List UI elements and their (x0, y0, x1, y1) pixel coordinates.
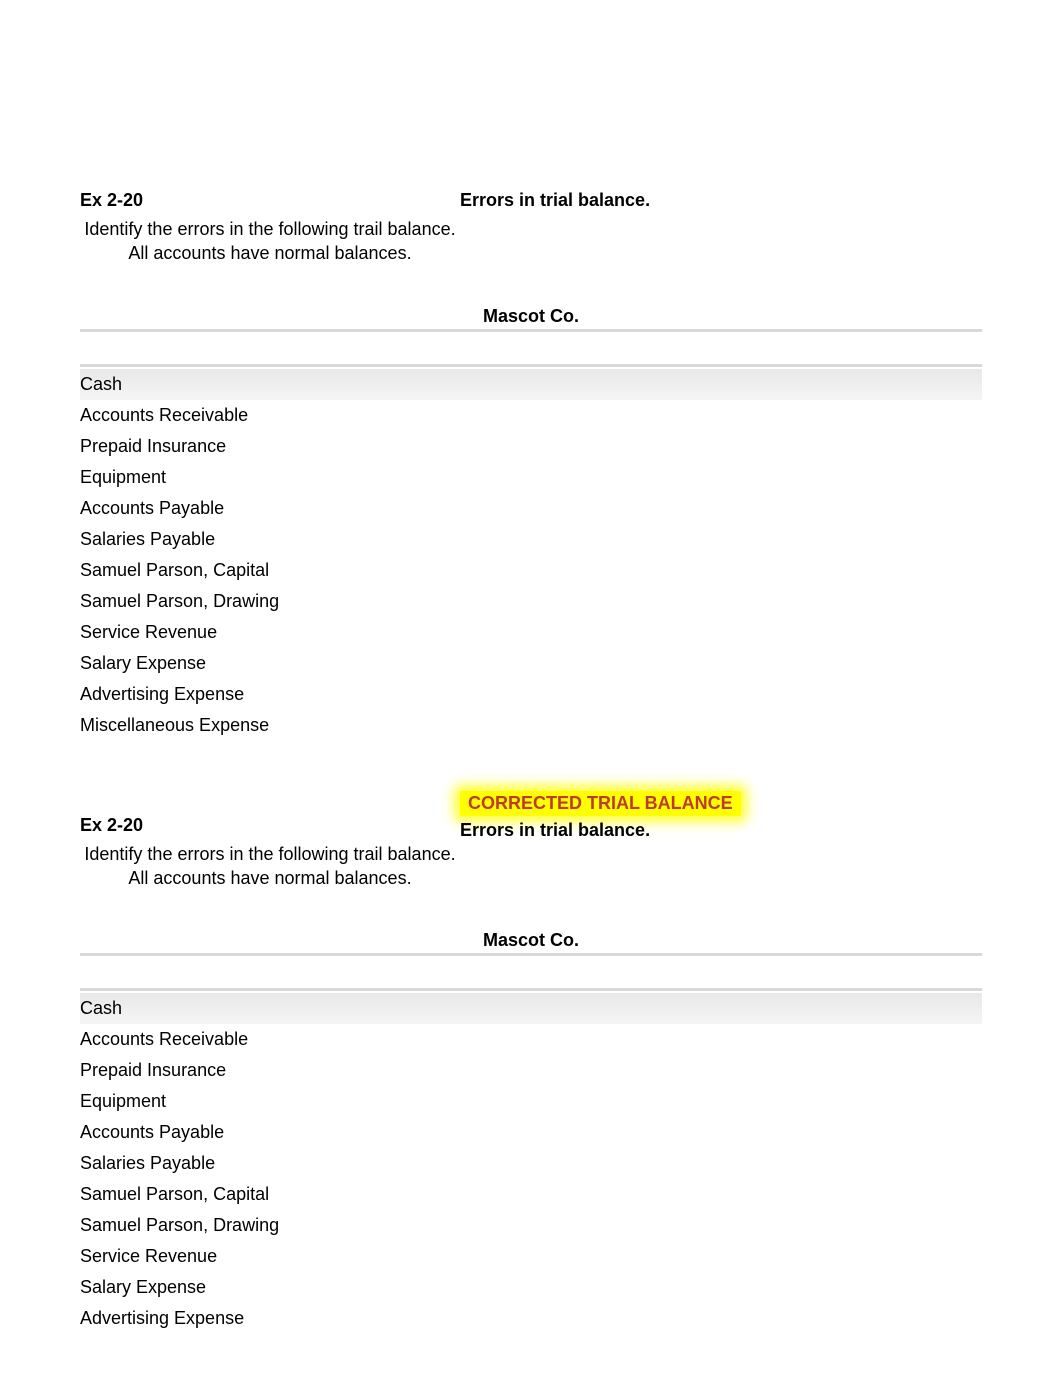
account-list: Cash Accounts Receivable Prepaid Insuran… (80, 369, 982, 741)
account-row: Cash (80, 993, 982, 1024)
spacer-row (80, 332, 982, 364)
account-row: Samuel Parson, Capital (80, 555, 982, 586)
company-name-row: Mascot Co. (80, 306, 982, 332)
exercise-label: Ex 2-20 (80, 815, 460, 836)
account-row: Cash (80, 369, 982, 400)
company-name-row: Mascot Co. (80, 930, 982, 956)
account-row: Samuel Parson, Drawing (80, 1210, 982, 1241)
account-row: Advertising Expense (80, 679, 982, 710)
errors-title: Errors in trial balance. (460, 820, 982, 841)
account-row: Accounts Payable (80, 1117, 982, 1148)
header-left: Ex 2-20 Identify the errors in the follo… (80, 791, 460, 891)
header-left: Ex 2-20 Identify the errors in the follo… (80, 190, 460, 266)
errors-title: Errors in trial balance. (460, 190, 982, 211)
account-row: Equipment (80, 1086, 982, 1117)
account-row: Accounts Receivable (80, 400, 982, 431)
account-row: Samuel Parson, Drawing (80, 586, 982, 617)
account-row: Service Revenue (80, 1241, 982, 1272)
instruction-text: Identify the errors in the following tra… (80, 217, 460, 266)
account-row: Accounts Receivable (80, 1024, 982, 1055)
account-row: Equipment (80, 462, 982, 493)
account-row: Salary Expense (80, 648, 982, 679)
accounts-divider (80, 988, 982, 991)
instruction-text: Identify the errors in the following tra… (80, 842, 460, 891)
account-row: Miscellaneous Expense (80, 710, 982, 741)
header-row: Ex 2-20 Identify the errors in the follo… (80, 190, 982, 266)
account-row: Service Revenue (80, 617, 982, 648)
spacer-row (80, 956, 982, 988)
corrected-banner: CORRECTED TRIAL BALANCE (460, 791, 741, 816)
account-row: Salaries Payable (80, 1148, 982, 1179)
account-row: Advertising Expense (80, 1303, 982, 1334)
banner-spacer (80, 791, 460, 815)
section-original: Ex 2-20 Identify the errors in the follo… (80, 190, 982, 741)
header-right: Errors in trial balance. (460, 190, 982, 211)
section-corrected: Ex 2-20 Identify the errors in the follo… (80, 791, 982, 1335)
account-list: Cash Accounts Receivable Prepaid Insuran… (80, 993, 982, 1334)
account-row: Prepaid Insurance (80, 431, 982, 462)
header-row: Ex 2-20 Identify the errors in the follo… (80, 791, 982, 891)
header-right: CORRECTED TRIAL BALANCE Errors in trial … (460, 791, 982, 841)
account-row: Samuel Parson, Capital (80, 1179, 982, 1210)
account-row: Salaries Payable (80, 524, 982, 555)
account-row: Accounts Payable (80, 493, 982, 524)
exercise-label: Ex 2-20 (80, 190, 460, 211)
account-row: Prepaid Insurance (80, 1055, 982, 1086)
accounts-divider (80, 364, 982, 367)
account-row: Salary Expense (80, 1272, 982, 1303)
corrected-banner-wrap: CORRECTED TRIAL BALANCE (460, 791, 982, 820)
